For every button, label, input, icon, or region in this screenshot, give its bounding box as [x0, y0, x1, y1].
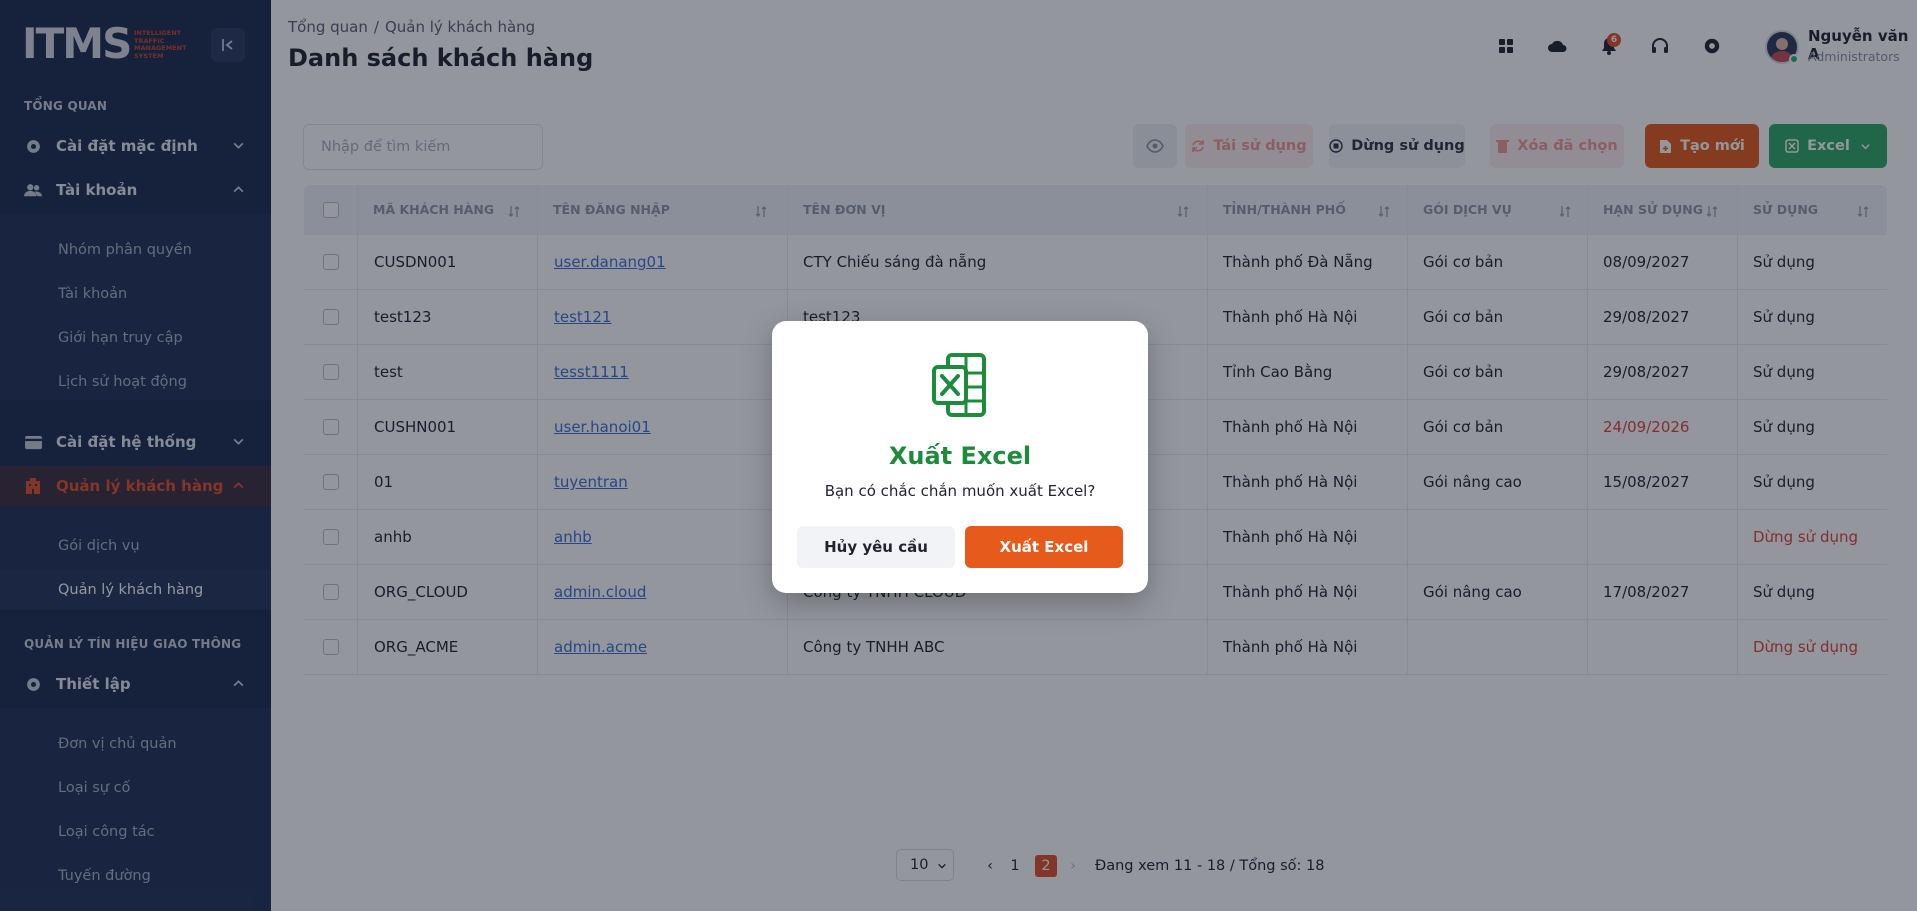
dialog-title: Xuất Excel: [888, 442, 1032, 470]
export-excel-dialog: Xuất Excel Bạn có chắc chắn muốn xuất Ex…: [772, 321, 1148, 593]
dialog-message: Bạn có chắc chắn muốn xuất Excel?: [824, 482, 1096, 500]
cancel-button[interactable]: Hủy yêu cầu: [797, 526, 955, 568]
confirm-export-button[interactable]: Xuất Excel: [965, 526, 1123, 568]
excel-file-icon: [926, 351, 994, 419]
